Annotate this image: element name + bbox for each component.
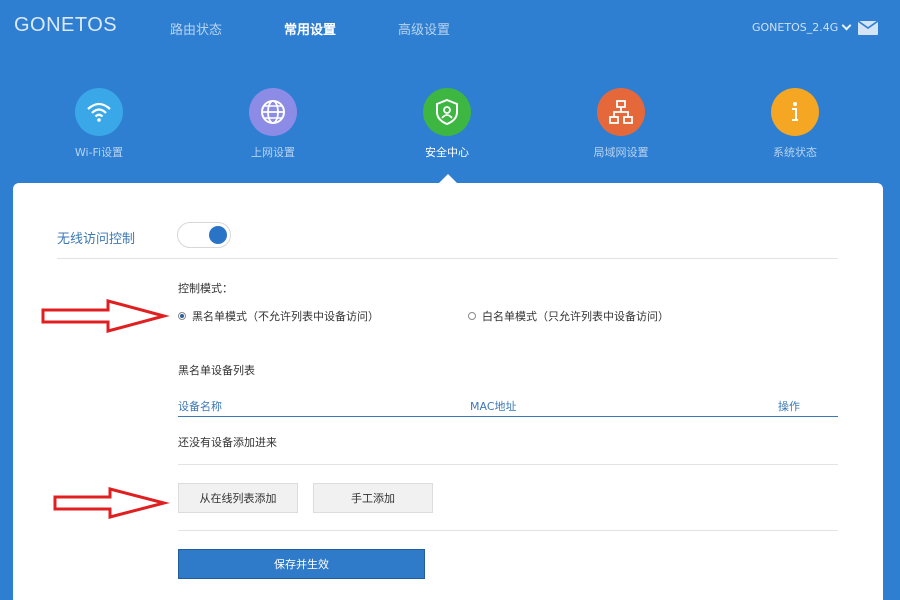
settings-panel (13, 183, 883, 600)
toggle-knob (209, 226, 227, 244)
feature-internet-settings[interactable]: 上网设置 (218, 88, 328, 160)
save-and-apply-button[interactable]: 保存并生效 (178, 549, 425, 579)
globe-icon (249, 88, 297, 136)
annotation-arrow (53, 487, 170, 519)
feature-label: 系统状态 (773, 146, 817, 159)
ssid-selector[interactable]: GONETOS_2.4G (752, 20, 852, 34)
column-header-actions: 操作 (778, 400, 800, 413)
radio-blacklist-mode[interactable]: 黑名单模式（不允许列表中设备访问） (178, 308, 379, 324)
wifi-icon (75, 88, 123, 136)
feature-security-center[interactable]: 安全中心 (392, 88, 502, 160)
nav-tab-router-status[interactable]: 路由状态 (170, 19, 222, 38)
divider (57, 258, 838, 259)
feature-label: 上网设置 (251, 146, 295, 159)
radio-whitelist-mode[interactable]: 白名单模式（只允许列表中设备访问） (468, 308, 669, 324)
feature-label: 安全中心 (425, 146, 469, 159)
feature-label: Wi-Fi设置 (74, 146, 124, 159)
chevron-down-icon (841, 20, 852, 31)
wireless-access-control-toggle[interactable] (177, 222, 231, 248)
ssid-selector-label: GONETOS_2.4G (752, 21, 839, 34)
table-header-underline (178, 416, 838, 417)
network-icon (597, 88, 645, 136)
top-nav-bar: GONETOS 路由状态 常用设置 高级设置 GONETOS_2.4G (0, 0, 900, 58)
nav-tab-advanced-settings[interactable]: 高级设置 (398, 19, 450, 38)
divider (178, 464, 838, 465)
mail-icon[interactable] (858, 21, 878, 35)
add-manually-button[interactable]: 手工添加 (313, 483, 433, 513)
wireless-access-control-label: 无线访问控制 (57, 232, 136, 247)
radio-label: 黑名单模式（不允许列表中设备访问） (192, 310, 379, 323)
add-from-online-list-button[interactable]: 从在线列表添加 (178, 483, 298, 513)
divider (178, 530, 838, 531)
column-header-device-name: 设备名称 (178, 400, 222, 413)
nav-tab-common-settings[interactable]: 常用设置 (284, 19, 336, 38)
shield-user-icon (423, 88, 471, 136)
radio-label: 白名单模式（只允许列表中设备访问） (482, 310, 669, 323)
radio-dot (468, 312, 476, 320)
radio-dot (178, 312, 186, 320)
feature-label: 局域网设置 (593, 146, 649, 159)
table-empty-text: 还没有设备添加进来 (178, 436, 277, 449)
annotation-arrow (41, 299, 170, 333)
blacklist-title: 黑名单设备列表 (178, 364, 255, 377)
feature-wifi-settings[interactable]: Wi-Fi设置 (44, 88, 154, 160)
column-header-mac: MAC地址 (470, 400, 517, 413)
info-icon (771, 88, 819, 136)
control-mode-label: 控制模式： (178, 282, 233, 295)
feature-lan-settings[interactable]: 局域网设置 (566, 88, 676, 160)
brand-logo: GONETOS (14, 14, 118, 36)
feature-system-status[interactable]: 系统状态 (740, 88, 850, 160)
